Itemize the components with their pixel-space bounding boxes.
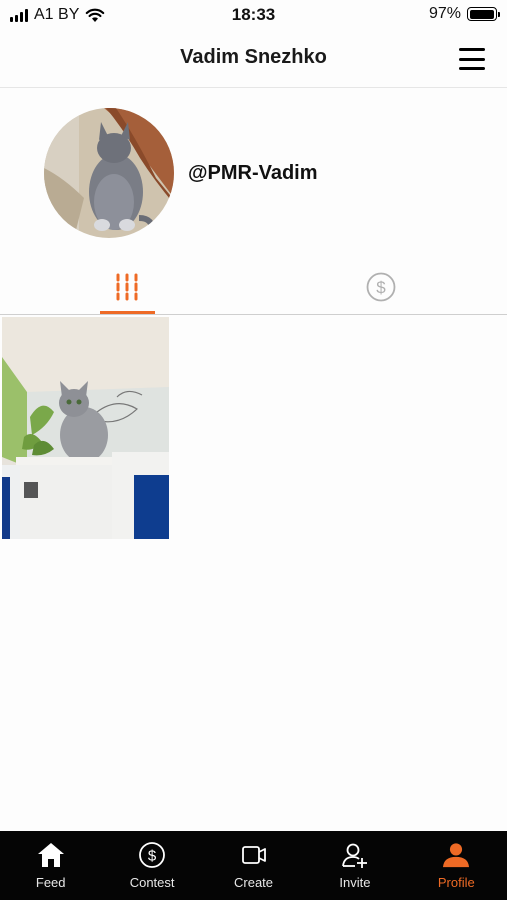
page-title: Vadim Snezhko: [180, 46, 327, 68]
nav-contest[interactable]: $ Contest: [101, 831, 202, 900]
active-tab-indicator: [100, 311, 155, 314]
top-header: Vadim Snezhko: [0, 30, 507, 88]
svg-text:$: $: [376, 278, 386, 297]
dollar-circle-icon: $: [139, 842, 166, 868]
dollar-circle-icon: $: [366, 272, 395, 301]
cat-on-carpet-photo: [44, 108, 174, 238]
status-right: 97%: [428, 5, 500, 23]
cat-in-cabinet-photo: [2, 317, 169, 539]
post-thumbnail[interactable]: [2, 317, 169, 539]
status-bar: A1 BY 18:33 97%: [0, 0, 507, 30]
hamburger-menu-icon[interactable]: [459, 48, 485, 70]
add-user-icon: [342, 843, 367, 868]
grid-bars-icon: [116, 273, 137, 300]
svg-text:$: $: [148, 848, 157, 865]
person-icon: [443, 843, 470, 868]
username-handle: @PMR-Vadim: [188, 162, 318, 184]
nav-label-profile: Profile: [437, 875, 475, 890]
video-camera-icon: [241, 846, 266, 864]
tab-posts[interactable]: [0, 258, 253, 315]
nav-label-contest: Contest: [129, 875, 175, 890]
battery-percent: 97%: [428, 5, 461, 22]
avatar[interactable]: [44, 108, 174, 238]
nav-invite[interactable]: Invite: [304, 831, 405, 900]
nav-create[interactable]: Create: [203, 831, 304, 900]
nav-label-feed: Feed: [35, 875, 66, 890]
nav-label-create: Create: [234, 875, 274, 890]
nav-feed[interactable]: Feed: [0, 831, 101, 900]
nav-profile[interactable]: Profile: [406, 831, 507, 900]
tab-contest[interactable]: $: [254, 258, 507, 315]
bottom-nav: Feed $ Contest Create Invite Profile: [0, 831, 507, 900]
profile-tabs: $: [0, 258, 507, 315]
home-icon: [37, 843, 64, 867]
battery-icon: [467, 7, 500, 21]
nav-label-invite: Invite: [339, 875, 371, 890]
